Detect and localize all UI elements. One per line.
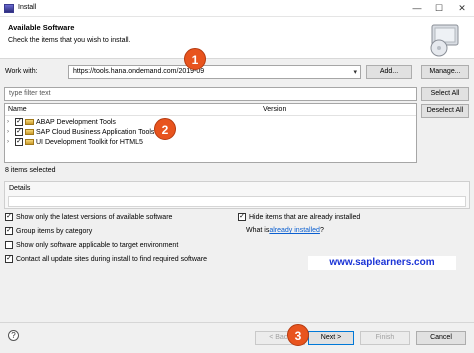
finish-button[interactable]: Finish bbox=[360, 331, 410, 345]
details-label: Details bbox=[9, 185, 31, 192]
chevron-down-icon[interactable]: ▾ bbox=[353, 68, 357, 76]
software-tree: Name Version › ✓ ABAP Development Tools … bbox=[4, 103, 417, 163]
option-label: Group items by category bbox=[16, 227, 93, 235]
option-target-env[interactable]: Show only software applicable to target … bbox=[5, 241, 178, 249]
chevron-right-icon[interactable]: › bbox=[7, 119, 13, 125]
chevron-right-icon[interactable]: › bbox=[7, 139, 13, 145]
work-with-value: https://tools.hana.ondemand.com/2019-09 bbox=[73, 68, 205, 75]
option-label: Show only the latest versions of availab… bbox=[16, 213, 173, 221]
watermark-text: www.saplearners.com bbox=[308, 256, 456, 270]
deselect-all-button[interactable]: Deselect All bbox=[421, 104, 469, 118]
checkbox-checked-icon[interactable]: ✓ bbox=[5, 255, 13, 263]
help-icon[interactable]: ? bbox=[8, 330, 19, 341]
minimize-button[interactable]: — bbox=[406, 0, 428, 16]
install-banner-icon bbox=[430, 24, 459, 57]
checkbox-checked-icon[interactable]: ✓ bbox=[15, 118, 23, 126]
page-title: Available Software bbox=[8, 23, 75, 32]
cancel-button[interactable]: Cancel bbox=[416, 331, 466, 345]
manage-button[interactable]: Manage... bbox=[421, 65, 469, 79]
eclipse-app-icon bbox=[4, 4, 14, 13]
option-hide-installed[interactable]: ✓ Hide items that are already installed bbox=[238, 213, 360, 221]
option-contact-sites[interactable]: ✓ Contact all update sites during instal… bbox=[5, 255, 207, 263]
package-icon bbox=[25, 139, 34, 145]
details-group: Details bbox=[4, 181, 470, 209]
checkbox-checked-icon[interactable]: ✓ bbox=[15, 138, 23, 146]
tree-item[interactable]: › ✓ ABAP Development Tools bbox=[7, 117, 116, 127]
checkbox-checked-icon[interactable]: ✓ bbox=[15, 128, 23, 136]
tree-item-label: UI Development Toolkit for HTML5 bbox=[36, 138, 143, 146]
details-text bbox=[8, 196, 466, 207]
what-is-suffix: ? bbox=[319, 227, 324, 234]
column-name[interactable]: Name bbox=[8, 106, 27, 113]
checkbox-unchecked-icon[interactable] bbox=[5, 241, 13, 249]
what-is-prefix: What is bbox=[246, 227, 270, 234]
option-group-by-category[interactable]: ✓ Group items by category bbox=[5, 227, 92, 235]
option-label: Show only software applicable to target … bbox=[16, 241, 179, 249]
column-version[interactable]: Version bbox=[263, 106, 286, 113]
step-badge-3: 3 bbox=[287, 324, 309, 346]
option-label: Contact all update sites during install … bbox=[16, 255, 208, 263]
chevron-right-icon[interactable]: › bbox=[7, 129, 13, 135]
page-subtitle: Check the items that you wish to install… bbox=[8, 37, 131, 44]
checkbox-checked-icon[interactable]: ✓ bbox=[5, 213, 13, 221]
option-latest-versions[interactable]: ✓ Show only the latest versions of avail… bbox=[5, 213, 172, 221]
maximize-button[interactable]: ☐ bbox=[428, 0, 450, 16]
add-button[interactable]: Add... bbox=[366, 65, 412, 79]
what-is-installed: What is already installed ? bbox=[246, 227, 324, 234]
close-button[interactable]: ✕ bbox=[451, 0, 473, 16]
step-badge-1: 1 bbox=[184, 48, 206, 70]
filter-input[interactable]: type filter text bbox=[4, 87, 417, 101]
tree-header: Name Version bbox=[5, 104, 416, 116]
tree-item[interactable]: › ✓ UI Development Toolkit for HTML5 bbox=[7, 137, 143, 147]
title-bar: Install — ☐ ✕ bbox=[0, 0, 474, 17]
selected-count: 8 items selected bbox=[5, 167, 56, 174]
package-icon bbox=[25, 129, 34, 135]
window-title: Install bbox=[18, 4, 37, 11]
footer-divider bbox=[0, 322, 474, 323]
option-label: Hide items that are already installed bbox=[249, 213, 361, 221]
work-with-label: Work with: bbox=[5, 68, 38, 75]
select-all-button[interactable]: Select All bbox=[421, 87, 469, 101]
step-badge-2: 2 bbox=[154, 118, 176, 140]
tree-item-label: ABAP Development Tools bbox=[36, 118, 116, 126]
checkbox-checked-icon[interactable]: ✓ bbox=[238, 213, 246, 221]
next-button[interactable]: Next > bbox=[308, 331, 354, 345]
tree-item[interactable]: › ✓ SAP Cloud Business Application Tools bbox=[7, 127, 154, 137]
work-with-combo[interactable]: https://tools.hana.ondemand.com/2019-09 … bbox=[68, 65, 361, 79]
tree-item-label: SAP Cloud Business Application Tools bbox=[36, 128, 155, 136]
already-installed-link[interactable]: already installed bbox=[269, 227, 320, 234]
checkbox-checked-icon[interactable]: ✓ bbox=[5, 227, 13, 235]
package-icon bbox=[25, 119, 34, 125]
